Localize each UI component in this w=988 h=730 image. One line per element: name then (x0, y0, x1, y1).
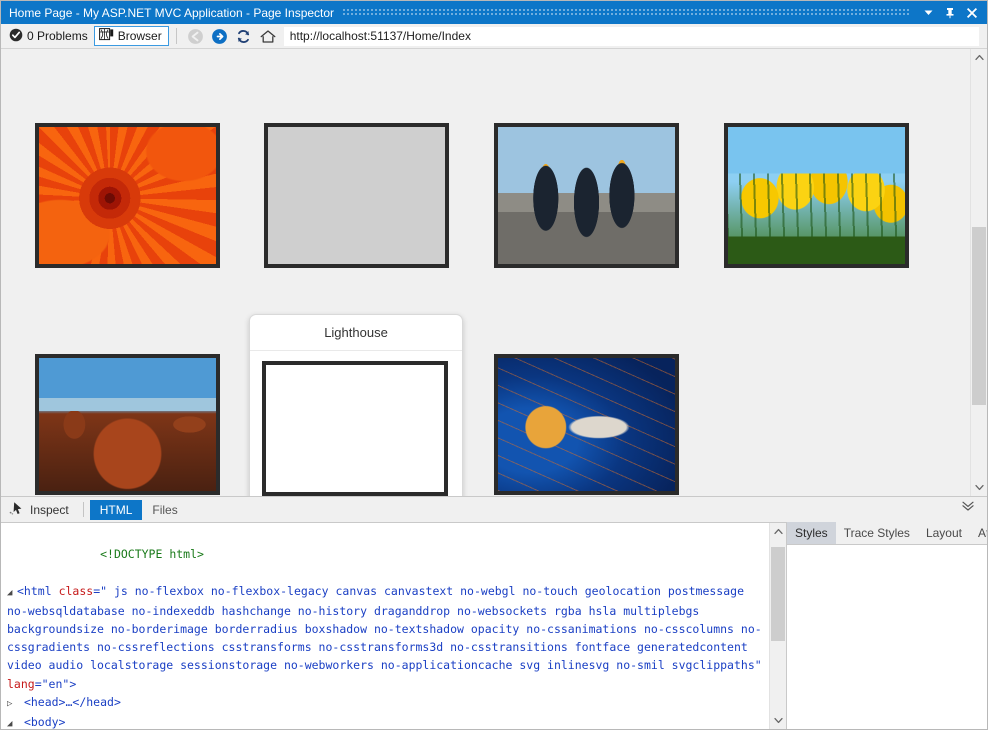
tab-files[interactable]: Files (142, 500, 187, 520)
inspect-label: Inspect (30, 503, 69, 517)
code-line-head: ▷ <head>…</head> (7, 693, 769, 713)
tab-trace-styles[interactable]: Trace Styles (836, 522, 918, 544)
code-head: <head>…</head> (24, 695, 121, 709)
browser-viewport: Lighthouse (1, 48, 987, 496)
photo-image (39, 358, 216, 491)
thumbnail-penguins[interactable] (494, 123, 679, 268)
tab-layout[interactable]: Layout (918, 522, 970, 544)
double-chevron-down-icon[interactable] (961, 500, 975, 515)
code-html-tag: <html (17, 584, 52, 598)
styles-content (787, 544, 987, 729)
thumbnail-lighthouse[interactable] (262, 361, 448, 496)
collapse-arrow-icon[interactable]: ◢ (7, 584, 17, 602)
forward-arrow-icon[interactable] (208, 25, 232, 47)
toolbar-divider (176, 28, 177, 44)
page-inspector-window: Home Page - My ASP.NET MVC Application -… (0, 0, 988, 730)
photo-image (728, 127, 905, 264)
code-lang-attr: lang (7, 677, 35, 691)
pin-icon[interactable] (939, 3, 961, 23)
html-source-scrollbar[interactable] (769, 523, 786, 729)
thumbnail-chrysanthemum[interactable] (35, 123, 220, 268)
lighthouse-card-body (250, 351, 462, 496)
back-arrow-icon[interactable] (184, 25, 208, 47)
chevron-down-icon[interactable] (971, 479, 987, 496)
lighthouse-card-title: Lighthouse (250, 315, 462, 351)
rendered-page: Lighthouse (1, 49, 970, 496)
thumbnail-desert[interactable] (35, 354, 220, 495)
photo-image (498, 127, 675, 264)
tab-attributes[interactable]: Att (970, 522, 987, 544)
cursor-pointer-icon (9, 501, 25, 518)
photo-image (498, 358, 675, 491)
viewport-scrollbar[interactable] (970, 49, 987, 496)
chevron-down-icon[interactable] (917, 3, 939, 23)
scrollbar-thumb[interactable] (771, 547, 785, 642)
code-line-html: ◢<html class=" js no-flexbox no-flexbox-… (7, 582, 769, 693)
url-text: http://localhost:51137/Home/Index (290, 29, 471, 43)
browser-label: Browser (118, 29, 162, 43)
tab-html[interactable]: HTML (90, 500, 143, 520)
inspector-body: <!DOCTYPE html> ◢<html class=" js no-fle… (1, 522, 987, 729)
code-lang-value: ="en"> (35, 677, 77, 691)
scrollbar-track[interactable] (770, 540, 786, 712)
scrollbar-track[interactable] (971, 66, 987, 479)
inspector-toolbar: 0 Problems Browser (1, 24, 987, 48)
lighthouse-card[interactable]: Lighthouse (249, 314, 463, 496)
close-icon[interactable] (961, 3, 983, 23)
code-class-value: =" js no-flexbox no-flexbox-legacy canva… (7, 584, 762, 673)
refresh-icon[interactable] (232, 25, 256, 47)
photo-grid: Lighthouse (1, 49, 970, 496)
browser-button[interactable]: Browser (94, 26, 169, 46)
inspector-panel: Inspect HTML Files <!DOCTYPE html> ◢<htm… (1, 496, 987, 729)
thumbnail-tulips[interactable] (724, 123, 909, 268)
title-bar: Home Page - My ASP.NET MVC Application -… (1, 1, 987, 24)
styles-tab-bar: Styles Trace Styles Layout Att (787, 522, 987, 544)
home-icon[interactable] (256, 25, 280, 47)
inspector-tab-bar: Inspect HTML Files (1, 497, 987, 522)
photo-image (268, 127, 445, 264)
chevron-up-icon[interactable] (971, 49, 987, 66)
title-bar-grip (342, 8, 909, 17)
html-source-code[interactable]: <!DOCTYPE html> ◢<html class=" js no-fle… (1, 523, 769, 729)
styles-pane: Styles Trace Styles Layout Att (787, 522, 987, 729)
collapse-arrow-icon[interactable]: ◢ (7, 715, 17, 729)
chevron-up-icon[interactable] (770, 523, 786, 540)
window-title: Home Page - My ASP.NET MVC Application -… (9, 6, 334, 20)
thumbnail-jellyfish[interactable] (494, 354, 679, 495)
photo-image (39, 127, 216, 264)
url-bar[interactable]: http://localhost:51137/Home/Index (284, 27, 979, 46)
expand-arrow-icon[interactable]: ▷ (7, 695, 17, 713)
scrollbar-thumb[interactable] (972, 227, 986, 405)
problems-button[interactable]: 0 Problems (7, 26, 94, 47)
check-circle-icon (9, 28, 23, 45)
thumbnail-koala[interactable] (264, 123, 449, 268)
problems-label: 0 Problems (27, 29, 88, 43)
tab-styles[interactable]: Styles (787, 522, 836, 544)
browser-window-icon (99, 28, 114, 44)
code-line-doctype: <!DOCTYPE html> (7, 527, 769, 582)
inspector-divider (83, 502, 84, 517)
code-body: <body> (24, 715, 66, 729)
html-source-pane: <!DOCTYPE html> ◢<html class=" js no-fle… (1, 522, 787, 729)
chevron-down-icon[interactable] (770, 712, 786, 729)
code-doctype: <!DOCTYPE html> (100, 547, 204, 561)
code-line-body: ◢ <body> (7, 713, 769, 729)
inspect-button[interactable]: Inspect (7, 501, 77, 518)
code-class-attr: class (59, 584, 94, 598)
